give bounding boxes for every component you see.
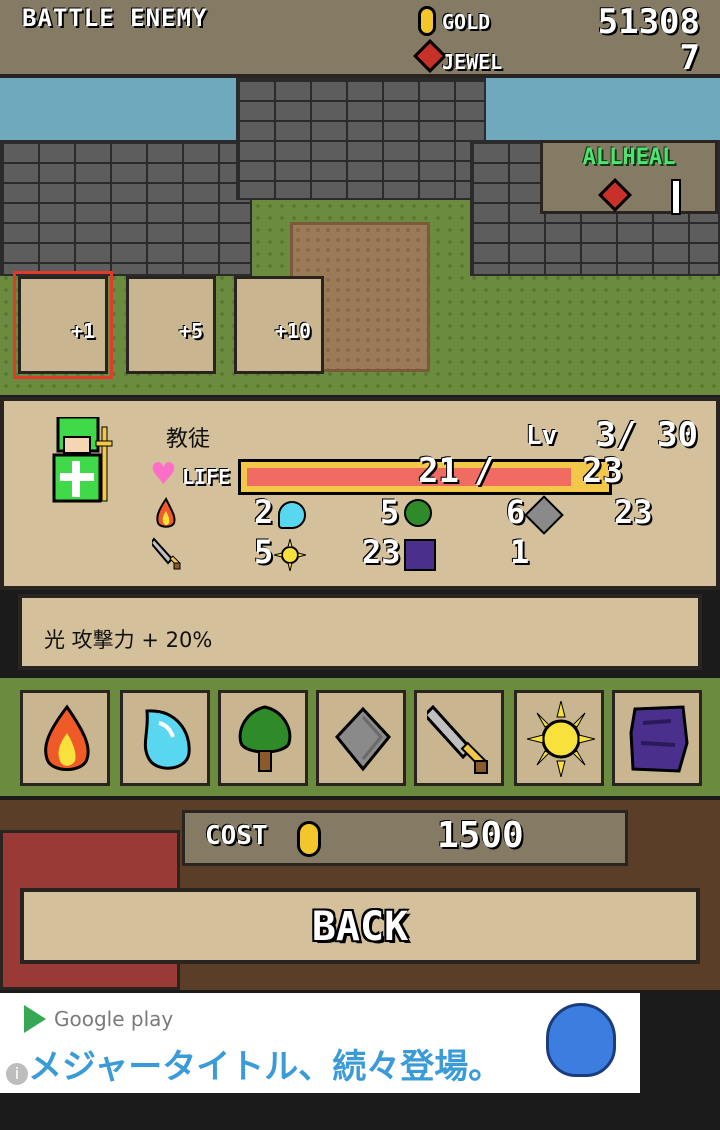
sword-icon	[149, 537, 184, 571]
ad-info-icon[interactable]: i	[6, 1063, 28, 1085]
ad-text: メジャータイトル、続々登場。	[28, 1047, 503, 1087]
tree-icon	[404, 499, 432, 527]
upgrade-card-label: +1	[70, 319, 95, 343]
stat-stone-value: 23	[614, 493, 653, 531]
upgrade-card-label: +10	[274, 319, 311, 343]
back-button[interactable]: BACK	[20, 888, 700, 964]
stat-light-value: 23	[362, 533, 401, 571]
ad-banner[interactable]: Google play メジャータイトル、続々登場。 i	[0, 993, 640, 1093]
element-selector	[0, 678, 720, 796]
dark-icon	[404, 539, 436, 571]
element-card-water[interactable]	[120, 690, 210, 786]
cost-value: 1500	[437, 815, 524, 856]
back-button-label: BACK	[311, 904, 409, 950]
fire-icon	[44, 704, 90, 771]
cost-label: COST	[205, 821, 268, 851]
gold-coin-icon	[297, 821, 321, 857]
element-card-stone[interactable]	[316, 690, 406, 786]
slime-icon	[546, 1003, 616, 1077]
cost-box: COST 1500	[182, 810, 628, 866]
light-icon	[273, 538, 307, 572]
stat-dark-value: 1	[510, 533, 530, 571]
top-bar: BATTLE ENEMY GOLD JEWEL 51308 7	[0, 0, 720, 78]
upgrade-card-plus1[interactable]: +1	[13, 271, 113, 379]
fire-icon	[154, 497, 178, 529]
stone-icon	[524, 495, 564, 535]
allheal-marker	[671, 179, 681, 215]
ad-brand: Google play	[54, 1007, 174, 1031]
element-card-light[interactable]	[514, 690, 604, 786]
life-current: 21	[418, 451, 459, 491]
heart-icon: ♥	[150, 457, 177, 492]
screen-title: BATTLE ENEMY	[22, 4, 208, 32]
tree-icon	[238, 705, 292, 772]
element-card-dark[interactable]	[612, 690, 702, 786]
upgrade-card-plus5[interactable]: +5	[126, 276, 216, 374]
dark-icon	[629, 705, 689, 773]
element-card-sword[interactable]	[414, 690, 504, 786]
castle-wall-left	[0, 140, 252, 276]
level-label: Lv	[526, 421, 558, 451]
life-label: LIFE	[182, 465, 231, 489]
element-card-fire[interactable]	[20, 690, 110, 786]
google-play-icon	[24, 1005, 46, 1033]
description-text: 光 攻撃力 + 20%	[44, 628, 213, 652]
level-value: 3/ 30	[595, 415, 698, 455]
upgrade-card-plus10[interactable]: +10	[234, 276, 324, 374]
stone-icon	[335, 706, 391, 772]
life-bar-fill	[247, 468, 571, 486]
gold-label: GOLD	[442, 10, 491, 34]
water-icon	[143, 709, 191, 770]
life-separator: /	[474, 451, 495, 491]
description-box: 光 攻撃力 + 20%	[18, 594, 702, 670]
jewel-icon	[598, 178, 632, 212]
allheal-button[interactable]: ALLHEAL	[540, 140, 718, 215]
life-max: 23	[582, 451, 623, 491]
light-icon	[527, 701, 595, 777]
jewel-value: 7	[679, 38, 700, 78]
allheal-label: ALLHEAL	[582, 145, 676, 170]
unit-status-panel: 教徒 Lv 3/ 30 ♥ LIFE 21 / 23 2 5 6 23 5 23…	[0, 397, 720, 590]
stat-tree-value: 6	[506, 493, 526, 531]
gold-value: 51308	[597, 2, 700, 42]
jewel-label: JEWEL	[442, 50, 503, 74]
water-icon	[278, 501, 306, 529]
stat-sword-value: 5	[254, 533, 274, 571]
unit-sprite-icon	[52, 417, 113, 503]
element-card-tree[interactable]	[218, 690, 308, 786]
stat-fire-value: 2	[254, 493, 274, 531]
upgrade-card-label: +5	[178, 319, 203, 343]
castle-tower	[236, 78, 486, 200]
stat-water-value: 5	[380, 493, 400, 531]
gold-coin-icon	[418, 6, 436, 36]
unit-name: 教徒	[166, 427, 211, 452]
sword-icon	[427, 704, 488, 774]
